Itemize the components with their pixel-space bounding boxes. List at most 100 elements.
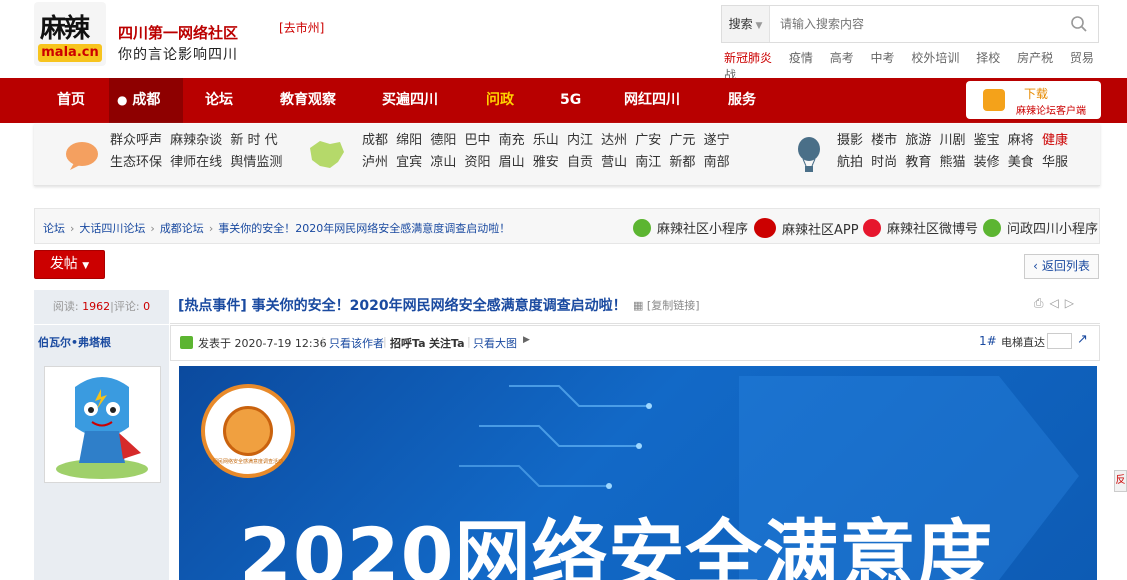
hot-word-link[interactable]: 高考 (830, 51, 854, 65)
previous-thread-icon[interactable]: ◁ (1050, 296, 1065, 310)
nav-item-service[interactable]: 服务 (728, 78, 756, 123)
topic-link[interactable]: 楼市 (871, 133, 897, 148)
breadcrumb-item[interactable]: 事关你的安全！2020年网民网络安全感满意度调查启动啦！ (218, 222, 510, 235)
topic-link[interactable]: 美食 (1008, 155, 1034, 170)
greet-link[interactable]: 招呼Ta (390, 335, 426, 351)
city-link[interactable]: 眉山 (499, 155, 525, 170)
seal-text: 网民网络安全感满意度调查活动 (212, 459, 283, 465)
city-link[interactable]: 营山 (601, 155, 627, 170)
elevator-go-icon[interactable]: ↗ (1077, 332, 1088, 347)
forum-link[interactable]: 群众呼声 (110, 133, 162, 148)
city-link[interactable]: 南江 (635, 155, 661, 170)
nav-item-shopping[interactable]: 买遍四川 (382, 78, 438, 123)
meta-divider: | (383, 335, 387, 348)
city-link[interactable]: 达州 (601, 133, 627, 148)
forum-link[interactable]: 律师在线 (170, 155, 222, 170)
mini-program-link[interactable]: 麻辣社区小程序 (633, 218, 748, 237)
city-link[interactable]: 新都 (669, 155, 695, 170)
topic-link[interactable]: 摄影 (837, 133, 863, 148)
city-link[interactable]: 德阳 (430, 133, 456, 148)
city-link[interactable]: 成都 (362, 133, 388, 148)
topic-link[interactable]: 旅游 (905, 133, 931, 148)
big-image-link[interactable]: 只看大图 (473, 335, 517, 351)
follow-link[interactable]: 关注Ta (429, 335, 465, 351)
post-label: 发帖 (49, 256, 78, 272)
floor-number[interactable]: 1# (979, 334, 997, 348)
hot-word-link[interactable]: 校外培训 (911, 51, 959, 65)
nav-item-wanghong[interactable]: 网红四川 (624, 78, 680, 123)
topic-link[interactable]: 航拍 (837, 155, 863, 170)
nav-item-forum[interactable]: 论坛 (205, 78, 233, 123)
city-link[interactable]: 雅安 (533, 155, 559, 170)
city-link[interactable]: 泸州 (362, 155, 388, 170)
weibo-link[interactable]: 麻辣社区微博号 (863, 218, 978, 237)
search-input[interactable] (780, 16, 1060, 32)
hot-word-link[interactable]: 疫情 (789, 51, 813, 65)
topic-link[interactable]: 健康 (1042, 133, 1068, 148)
nav-item-chengdu[interactable]: ● 成都 (109, 78, 183, 123)
next-thread-icon[interactable]: ▷ (1065, 296, 1080, 310)
avatar[interactable] (44, 366, 161, 483)
wenzheng-mini-program-link[interactable]: 问政四川小程序 (983, 218, 1098, 237)
elevator-input[interactable] (1047, 333, 1072, 349)
city-link[interactable]: 绵阳 (396, 133, 422, 148)
survey-seal-logo: 网民网络安全感满意度调查活动 (201, 384, 295, 478)
city-switch-link[interactable]: [去市州] (279, 19, 324, 36)
city-link[interactable]: 遂宁 (704, 133, 730, 148)
back-to-list-button[interactable]: ‹ 返回列表 (1024, 254, 1099, 279)
topic-link[interactable]: 时尚 (871, 155, 897, 170)
hot-word-link[interactable]: 新冠肺炎 (724, 51, 772, 65)
topic-link[interactable]: 教育 (905, 155, 931, 170)
new-post-button[interactable]: 发帖 ▼ (34, 250, 105, 279)
city-link[interactable]: 广安 (635, 133, 661, 148)
nav-item-wenzheng[interactable]: 问政 (486, 78, 514, 123)
city-link[interactable]: 广元 (669, 133, 695, 148)
city-link[interactable]: 资阳 (464, 155, 490, 170)
topic-link[interactable]: 华服 (1042, 155, 1068, 170)
site-logo[interactable]: 麻辣 mala.cn (34, 2, 106, 66)
forum-link[interactable]: 新 时 代 (230, 133, 277, 148)
only-author-link[interactable]: 只看该作者 (329, 335, 384, 351)
city-link[interactable]: 宜宾 (396, 155, 422, 170)
search-type-select[interactable]: 搜索 ▼ (722, 6, 770, 42)
author-name[interactable]: 伯瓦尔•弗塔根 (38, 334, 111, 350)
online-status-icon (180, 336, 193, 349)
caret-right-icon[interactable]: ▶ (523, 335, 530, 345)
download-app-button[interactable]: 下载 麻辣论坛客户端 (966, 81, 1101, 119)
chevron-right-icon: › (150, 222, 155, 235)
hot-word-link[interactable]: 择校 (976, 51, 1000, 65)
chat-bubble-icon (66, 142, 98, 170)
topic-link[interactable]: 川剧 (939, 133, 965, 148)
nav-item-home[interactable]: 首页 (57, 78, 85, 123)
hot-word-link[interactable]: 中考 (871, 51, 895, 65)
city-link[interactable]: 凉山 (430, 155, 456, 170)
nav-item-5g[interactable]: 5G (560, 78, 581, 123)
app-link[interactable]: 麻辣社区APP (754, 218, 859, 238)
copy-link-button[interactable]: ▦ [复制链接] (633, 297, 700, 313)
forum-link[interactable]: 麻辣杂谈 (170, 133, 222, 148)
topic-link[interactable]: 鉴宝 (974, 133, 1000, 148)
hot-air-balloon-icon (798, 137, 820, 172)
print-icon[interactable]: ⎙ (1034, 296, 1050, 310)
meta-divider: | (467, 335, 471, 348)
nav-item-education[interactable]: 教育观察 (280, 78, 336, 123)
city-link[interactable]: 乐山 (533, 133, 559, 148)
feedback-side-tab[interactable]: 反 (1114, 470, 1127, 492)
hot-word-link[interactable]: 房产税 (1017, 51, 1053, 65)
breadcrumb-item[interactable]: 大话四川论坛 (79, 222, 145, 235)
breadcrumb-item[interactable]: 论坛 (43, 222, 65, 235)
topic-link[interactable]: 麻将 (1008, 133, 1034, 148)
city-link[interactable]: 自贡 (567, 155, 593, 170)
city-link[interactable]: 南充 (499, 133, 525, 148)
topic-link[interactable]: 装修 (974, 155, 1000, 170)
forum-link[interactable]: 舆情监测 (230, 155, 282, 170)
topic-link[interactable]: 熊猫 (939, 155, 965, 170)
breadcrumb-item[interactable]: 成都论坛 (160, 222, 204, 235)
views-label: 阅读: (52, 300, 79, 313)
city-link[interactable]: 巴中 (464, 133, 490, 148)
replies-label: 评论: (113, 300, 140, 313)
search-icon[interactable] (1070, 15, 1088, 33)
forum-link[interactable]: 生态环保 (110, 155, 162, 170)
city-link[interactable]: 内江 (567, 133, 593, 148)
city-link[interactable]: 南部 (704, 155, 730, 170)
